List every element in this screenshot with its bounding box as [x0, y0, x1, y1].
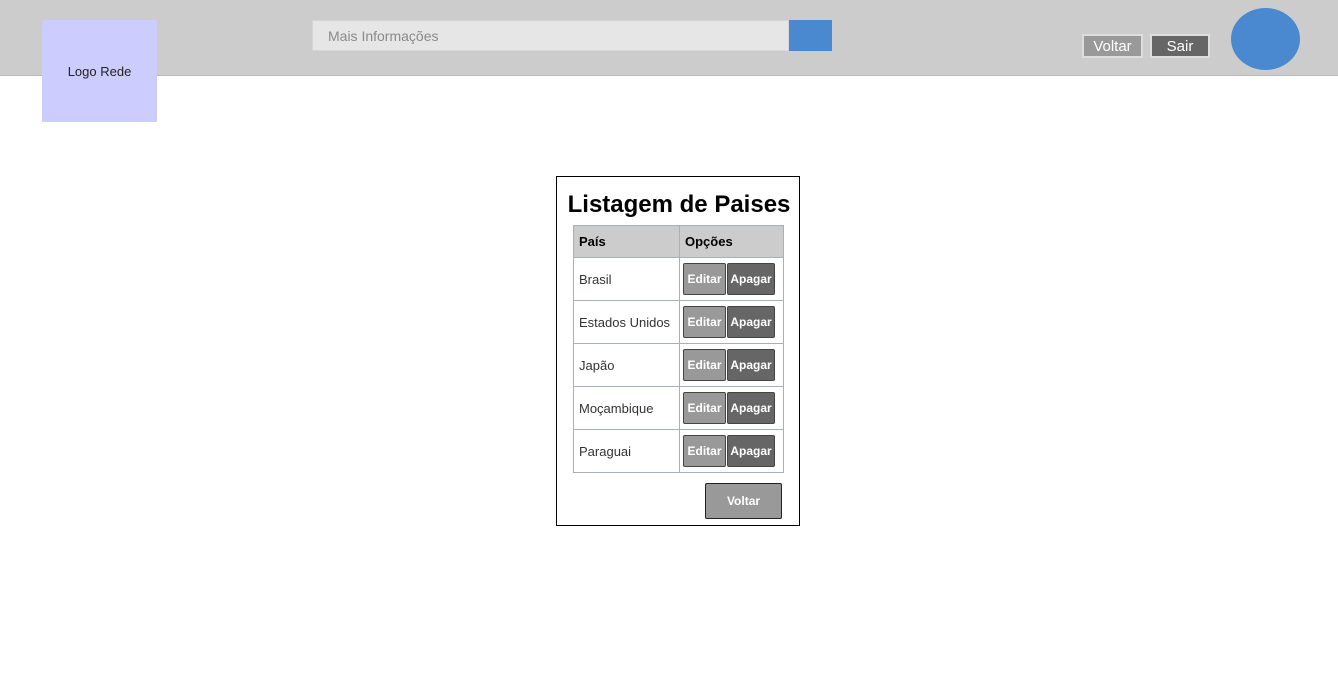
- logo-text: Logo Rede: [67, 63, 132, 79]
- row-options: Editar Apagar: [679, 300, 784, 344]
- row-options: Editar Apagar: [679, 257, 784, 301]
- country-name: Brasil: [573, 257, 680, 301]
- edit-button[interactable]: Editar: [683, 392, 726, 424]
- table-row: Brasil Editar Apagar: [573, 257, 784, 301]
- search-button[interactable]: [789, 20, 832, 51]
- search-input[interactable]: [312, 20, 789, 51]
- delete-button[interactable]: Apagar: [727, 349, 775, 381]
- delete-button[interactable]: Apagar: [727, 263, 775, 295]
- country-table: País Opções Brasil Editar Apagar Estados …: [573, 225, 784, 473]
- edit-button[interactable]: Editar: [683, 306, 726, 338]
- edit-button[interactable]: Editar: [683, 435, 726, 467]
- logout-button[interactable]: Sair: [1150, 34, 1210, 58]
- avatar[interactable]: [1231, 8, 1300, 70]
- column-header-opcoes: Opções: [679, 225, 784, 258]
- table-row: Paraguai Editar Apagar: [573, 429, 784, 473]
- table-header-row: País Opções: [573, 225, 784, 258]
- country-name: Estados Unidos: [573, 300, 680, 344]
- top-bar: Voltar Sair: [0, 0, 1338, 76]
- table-row: Estados Unidos Editar Apagar: [573, 300, 784, 344]
- column-header-pais: País: [573, 225, 680, 258]
- country-name: Japão: [573, 343, 680, 387]
- row-options: Editar Apagar: [679, 343, 784, 387]
- delete-button[interactable]: Apagar: [727, 392, 775, 424]
- country-name: Moçambique: [573, 386, 680, 430]
- row-options: Editar Apagar: [679, 386, 784, 430]
- delete-button[interactable]: Apagar: [727, 435, 775, 467]
- edit-button[interactable]: Editar: [683, 263, 726, 295]
- page-title: Listagem de Paises: [567, 191, 791, 218]
- table-row: Japão Editar Apagar: [573, 343, 784, 387]
- country-name: Paraguai: [573, 429, 680, 473]
- delete-button[interactable]: Apagar: [727, 306, 775, 338]
- back-button[interactable]: Voltar: [705, 483, 782, 519]
- country-list-card: Listagem de Paises País Opções Brasil Ed…: [556, 176, 800, 526]
- edit-button[interactable]: Editar: [683, 349, 726, 381]
- table-row: Moçambique Editar Apagar: [573, 386, 784, 430]
- row-options: Editar Apagar: [679, 429, 784, 473]
- header-back-button[interactable]: Voltar: [1082, 34, 1143, 58]
- logo: Logo Rede: [42, 20, 157, 122]
